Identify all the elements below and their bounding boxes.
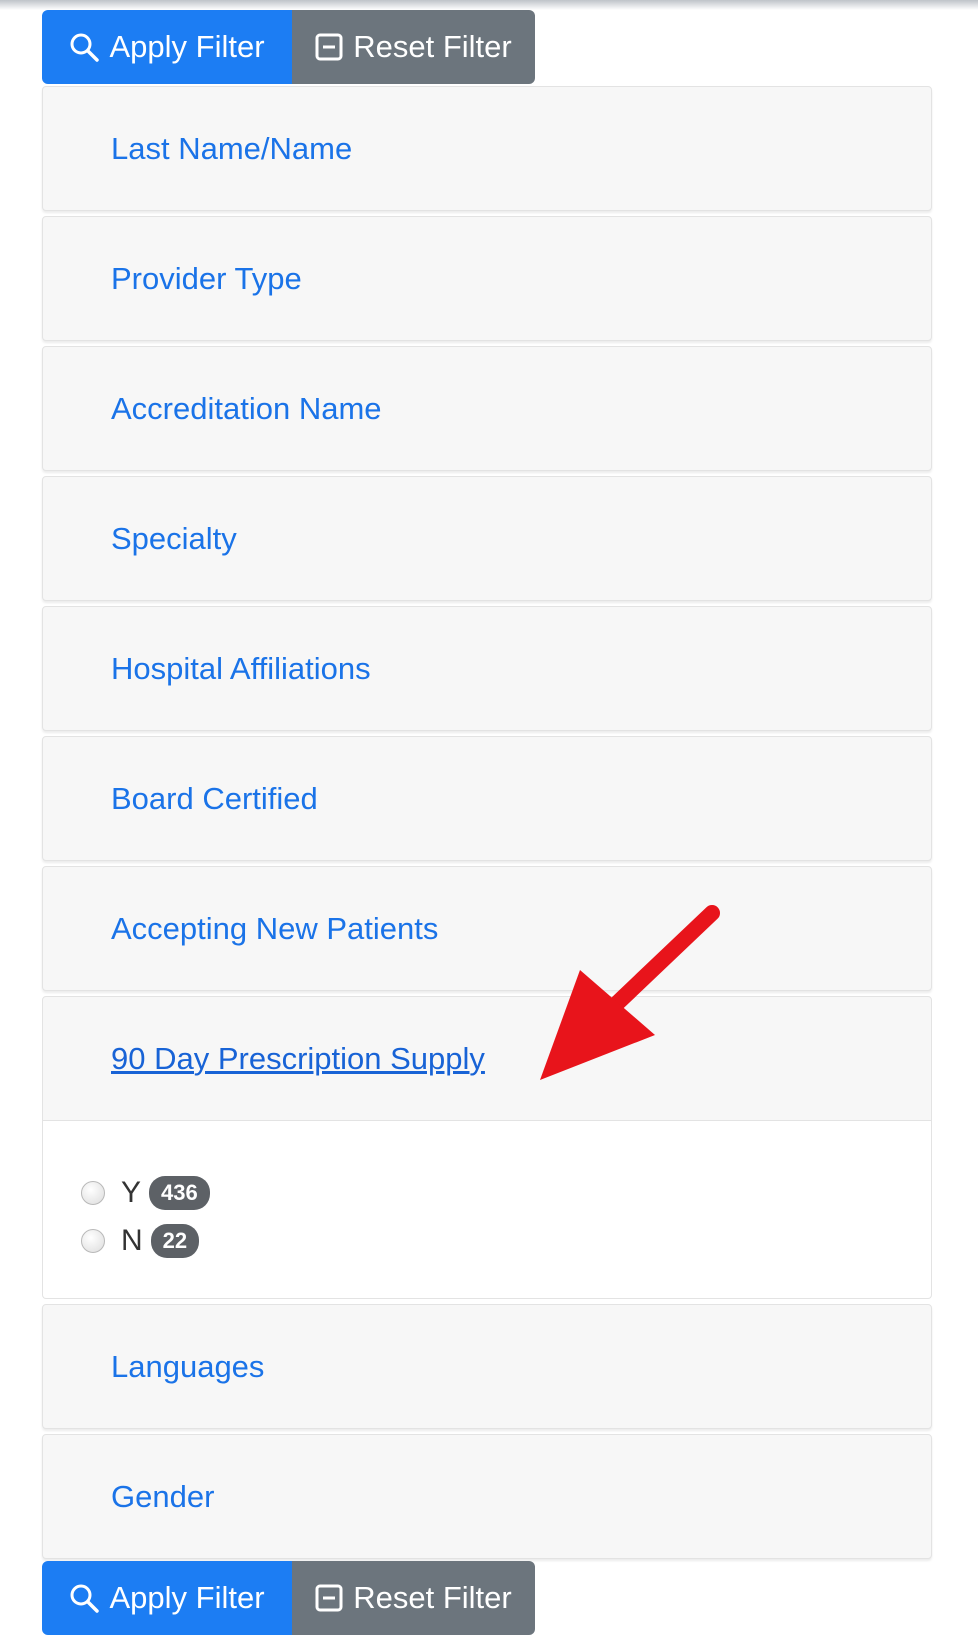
filter-option-n[interactable]: N 22 bbox=[81, 1217, 931, 1265]
filter-accordion: Last Name/Name Provider Type Accreditati… bbox=[42, 86, 932, 1564]
radio-y[interactable] bbox=[81, 1181, 105, 1205]
minus-square-icon bbox=[315, 33, 343, 61]
count-badge: 22 bbox=[150, 1224, 200, 1258]
filter-title[interactable]: Board Certified bbox=[111, 781, 318, 817]
reset-filter-button[interactable]: Reset Filter bbox=[292, 1561, 535, 1635]
reset-filter-label: Reset Filter bbox=[353, 1580, 512, 1615]
apply-filter-label: Apply Filter bbox=[109, 1580, 265, 1615]
filter-title[interactable]: Languages bbox=[111, 1349, 264, 1385]
filter-title[interactable]: Specialty bbox=[111, 521, 237, 557]
top-shadow bbox=[0, 0, 978, 10]
search-icon bbox=[69, 32, 100, 62]
minus-square-icon bbox=[315, 1584, 343, 1612]
filter-panel-gender[interactable]: Gender bbox=[42, 1434, 932, 1559]
filter-panel-specialty[interactable]: Specialty bbox=[42, 476, 932, 601]
filter-title[interactable]: Accepting New Patients bbox=[111, 911, 438, 947]
filter-panel-accreditation-name[interactable]: Accreditation Name bbox=[42, 346, 932, 471]
reset-filter-button[interactable]: Reset Filter bbox=[292, 10, 535, 84]
filter-title[interactable]: 90 Day Prescription Supply bbox=[111, 1041, 485, 1077]
filter-panel-languages[interactable]: Languages bbox=[42, 1304, 932, 1429]
radio-n[interactable] bbox=[81, 1229, 105, 1253]
filter-button-group-bottom: Apply Filter Reset Filter bbox=[42, 1561, 535, 1635]
filter-panel-hospital-affiliations[interactable]: Hospital Affiliations bbox=[42, 606, 932, 731]
filter-panel-last-name[interactable]: Last Name/Name bbox=[42, 86, 932, 211]
filter-panel-provider-type[interactable]: Provider Type bbox=[42, 216, 932, 341]
option-label: Y bbox=[121, 1176, 142, 1209]
reset-filter-label: Reset Filter bbox=[353, 29, 512, 64]
filter-title[interactable]: Accreditation Name bbox=[111, 391, 382, 427]
count-badge: 436 bbox=[149, 1176, 210, 1210]
apply-filter-label: Apply Filter bbox=[109, 29, 265, 64]
filter-title[interactable]: Hospital Affiliations bbox=[111, 651, 371, 687]
filter-option-y[interactable]: Y 436 bbox=[81, 1169, 931, 1217]
filter-options-90-day-prescription-supply: Y 436 N 22 bbox=[42, 1121, 932, 1299]
filter-panel-accepting-new-patients[interactable]: Accepting New Patients bbox=[42, 866, 932, 991]
search-icon bbox=[69, 1583, 100, 1613]
filter-button-group-top: Apply Filter Reset Filter bbox=[42, 10, 535, 84]
apply-filter-button[interactable]: Apply Filter bbox=[42, 10, 292, 84]
filter-title[interactable]: Provider Type bbox=[111, 261, 302, 297]
filter-panel-board-certified[interactable]: Board Certified bbox=[42, 736, 932, 861]
option-label: N bbox=[121, 1224, 143, 1257]
filter-title[interactable]: Gender bbox=[111, 1479, 214, 1515]
annotation-arrow-icon bbox=[540, 895, 730, 1090]
filter-title[interactable]: Last Name/Name bbox=[111, 131, 352, 167]
apply-filter-button[interactable]: Apply Filter bbox=[42, 1561, 292, 1635]
filter-panel-90-day-prescription-supply[interactable]: 90 Day Prescription Supply bbox=[42, 996, 932, 1121]
